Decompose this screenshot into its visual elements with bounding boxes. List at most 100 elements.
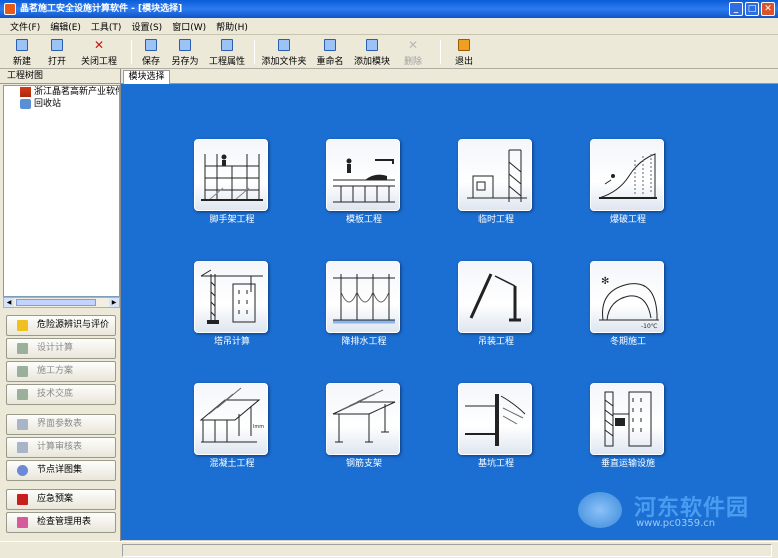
design-calculation-button[interactable]: 设计计算 [6, 338, 116, 359]
delete-label: 删除 [403, 57, 422, 67]
emergency-book-icon [17, 494, 28, 505]
menu-edit[interactable]: 编辑(E) [45, 20, 86, 33]
menu-help[interactable]: 帮助(H) [211, 20, 253, 33]
module-formwork[interactable]: 模板工程 [326, 139, 402, 231]
scroll-right-icon[interactable]: ▶ [109, 298, 119, 307]
minimize-button[interactable]: _ [729, 2, 743, 16]
toolbar-separator [254, 40, 255, 64]
delete-button[interactable]: ✕ 删除 [400, 38, 426, 68]
watermark-url: www.pc0359.cn [636, 518, 716, 529]
calculation-review-button[interactable]: 计算审核表 [6, 437, 116, 458]
scroll-thumb[interactable] [16, 299, 96, 306]
tab-module-select[interactable]: 模块选择 [123, 70, 170, 84]
close-project-label: 关闭工程 [80, 57, 117, 67]
title-bar: 晶茗施工安全设施计算软件 - [模块选择] _ □ ✕ [0, 0, 778, 18]
add-module-icon [366, 39, 378, 51]
emergency-plan-button[interactable]: 应急预案 [6, 489, 116, 510]
button-label: 施工方案 [37, 366, 74, 376]
menu-settings[interactable]: 设置(S) [126, 20, 167, 33]
module-label: 钢筋支架 [345, 459, 382, 469]
module-label: 爆破工程 [609, 215, 646, 225]
exit-icon [458, 39, 470, 51]
module-label: 垂直运输设施 [600, 459, 655, 469]
module-label: 冬期施工 [609, 337, 646, 347]
node-detail-drawings-button[interactable]: 节点详图集 [6, 460, 116, 481]
app-icon [4, 3, 16, 15]
module-dewatering[interactable]: 降排水工程 [326, 261, 402, 353]
add-folder-label: 添加文件夹 [261, 57, 307, 67]
temporary-works-icon [458, 139, 532, 211]
tree-item-company[interactable]: 浙江晶茗高新产业软件 [4, 86, 119, 98]
info-icon [221, 39, 233, 51]
svg-text:-10℃: -10℃ [641, 323, 658, 330]
project-properties-button[interactable]: 工程属性 [206, 38, 248, 68]
save-as-icon [179, 39, 191, 51]
module-concrete[interactable]: lmm 混凝土工程 [194, 383, 270, 475]
module-rebar-support[interactable]: 钢筋支架 [326, 383, 402, 475]
project-tree[interactable]: 浙江晶茗高新产业软件 回收站 [3, 85, 120, 297]
menu-file[interactable]: 文件(F) [5, 20, 45, 33]
button-label: 设计计算 [37, 343, 74, 353]
concrete-icon: lmm [194, 383, 268, 455]
module-label: 降排水工程 [341, 337, 387, 347]
menu-tools[interactable]: 工具(T) [86, 20, 127, 33]
close-icon: ✕ [93, 38, 105, 52]
blasting-icon [590, 139, 664, 211]
status-bar [0, 541, 778, 558]
toolbar-separator [131, 40, 132, 64]
rename-button[interactable]: 重命名 [313, 38, 347, 68]
technical-briefing-button[interactable]: 技术交底 [6, 384, 116, 405]
save-as-button[interactable]: 另存为 [168, 38, 202, 68]
menu-window[interactable]: 窗口(W) [167, 20, 211, 33]
module-label: 临时工程 [477, 215, 514, 225]
close-project-button[interactable]: ✕ 关闭工程 [76, 38, 122, 68]
project-properties-label: 工程属性 [208, 57, 245, 67]
maximize-button[interactable]: □ [745, 2, 759, 16]
rename-icon [324, 39, 336, 51]
module-label: 塔吊计算 [213, 337, 250, 347]
exit-label: 退出 [454, 57, 473, 67]
module-foundation-pit[interactable]: 基坑工程 [458, 383, 534, 475]
tab-strip: 模块选择 [121, 69, 778, 84]
new-button[interactable]: 新建 [8, 38, 36, 68]
module-blasting[interactable]: 爆破工程 [590, 139, 666, 231]
add-module-button[interactable]: 添加模块 [350, 38, 394, 68]
add-folder-button[interactable]: 添加文件夹 [260, 38, 308, 68]
button-label: 危险源辨识与评价 [37, 320, 110, 330]
forms-icon [17, 517, 28, 528]
open-button[interactable]: 打开 [42, 38, 72, 68]
hazard-identification-button[interactable]: 危险源辨识与评价 [6, 315, 116, 336]
document-icon [17, 366, 28, 377]
close-window-button[interactable]: ✕ [761, 2, 775, 16]
module-tower-crane[interactable]: 塔吊计算 [194, 261, 270, 353]
winter-construction-icon: ✻ -10℃ [590, 261, 664, 333]
save-button[interactable]: 保存 [138, 38, 164, 68]
new-label: 新建 [12, 57, 31, 67]
scroll-left-icon[interactable]: ◀ [4, 298, 14, 307]
database-icon [17, 465, 28, 476]
inspection-forms-button[interactable]: 检查管理用表 [6, 512, 116, 533]
module-label: 吊装工程 [477, 337, 514, 347]
module-scaffold[interactable]: 脚手架工程 [194, 139, 270, 231]
svg-text:✻: ✻ [601, 276, 609, 287]
module-winter-construction[interactable]: ✻ -10℃ 冬期施工 [590, 261, 666, 353]
interface-parameters-button[interactable]: 界面参数表 [6, 414, 116, 435]
construction-plan-button[interactable]: 施工方案 [6, 361, 116, 382]
watermark: 河东软件园 www.pc0359.cn [574, 488, 774, 533]
add-module-label: 添加模块 [353, 57, 390, 67]
exit-button[interactable]: 退出 [450, 38, 478, 68]
tree-item-recycle-bin[interactable]: 回收站 [4, 98, 119, 110]
module-label: 脚手架工程 [209, 215, 255, 225]
module-vertical-transport[interactable]: 垂直运输设施 [590, 383, 666, 475]
svg-text:lmm: lmm [253, 424, 264, 430]
left-panel: 工程树图 浙江晶茗高新产业软件 回收站 ◀ ▶ 危险源辨识与评价 设计计算 施工… [0, 69, 121, 541]
open-label: 打开 [47, 57, 66, 67]
toolbar: 新建 打开 ✕ 关闭工程 保存 另存为 工程属性 添加文件夹 重命名 添加模块 ✕… [0, 35, 778, 69]
module-temporary-works[interactable]: 临时工程 [458, 139, 534, 231]
calculator-icon [17, 343, 28, 354]
module-label: 基坑工程 [477, 459, 514, 469]
horizontal-scrollbar[interactable]: ◀ ▶ [3, 297, 120, 308]
tree-item-label: 浙江晶茗高新产业软件 [34, 87, 120, 97]
table-icon [17, 419, 28, 430]
module-hoisting[interactable]: 吊装工程 [458, 261, 534, 353]
